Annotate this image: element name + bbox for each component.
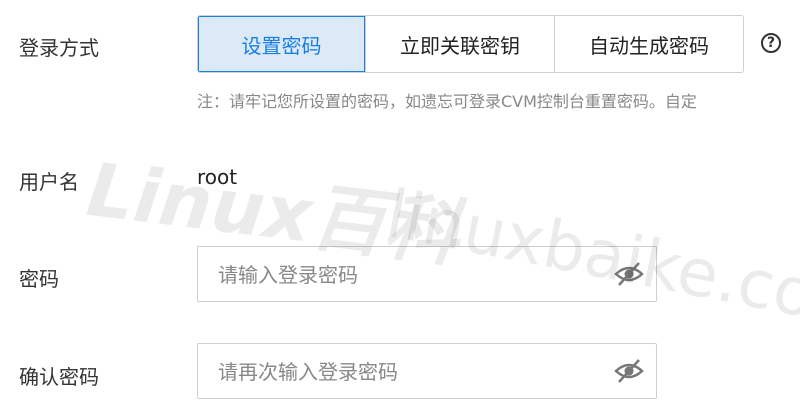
set-password-option[interactable]: 设置密码: [198, 16, 365, 72]
confirm-password-label: 确认密码: [19, 365, 99, 389]
confirm-password-field: [197, 343, 657, 400]
confirm-password-input[interactable]: [216, 344, 620, 400]
login-method-label: 登录方式: [19, 36, 99, 60]
password-field: [197, 246, 657, 303]
username-value: root: [197, 165, 238, 189]
username-label: 用户名: [19, 170, 79, 194]
link-key-option[interactable]: 立即关联密钥: [365, 16, 554, 72]
eye-slash-icon[interactable]: [614, 261, 644, 287]
password-note: 注：请牢记您所设置的密码，如遗忘可登录CVM控制台重置密码。自定: [197, 92, 697, 111]
password-label: 密码: [19, 267, 59, 291]
auto-generate-password-option[interactable]: 自动生成密码: [554, 16, 743, 72]
eye-slash-icon[interactable]: [614, 358, 644, 384]
question-circle-icon[interactable]: ?: [761, 33, 781, 53]
login-method-segmented-control: 设置密码 立即关联密钥 自动生成密码: [197, 15, 744, 73]
password-input[interactable]: [216, 247, 620, 303]
